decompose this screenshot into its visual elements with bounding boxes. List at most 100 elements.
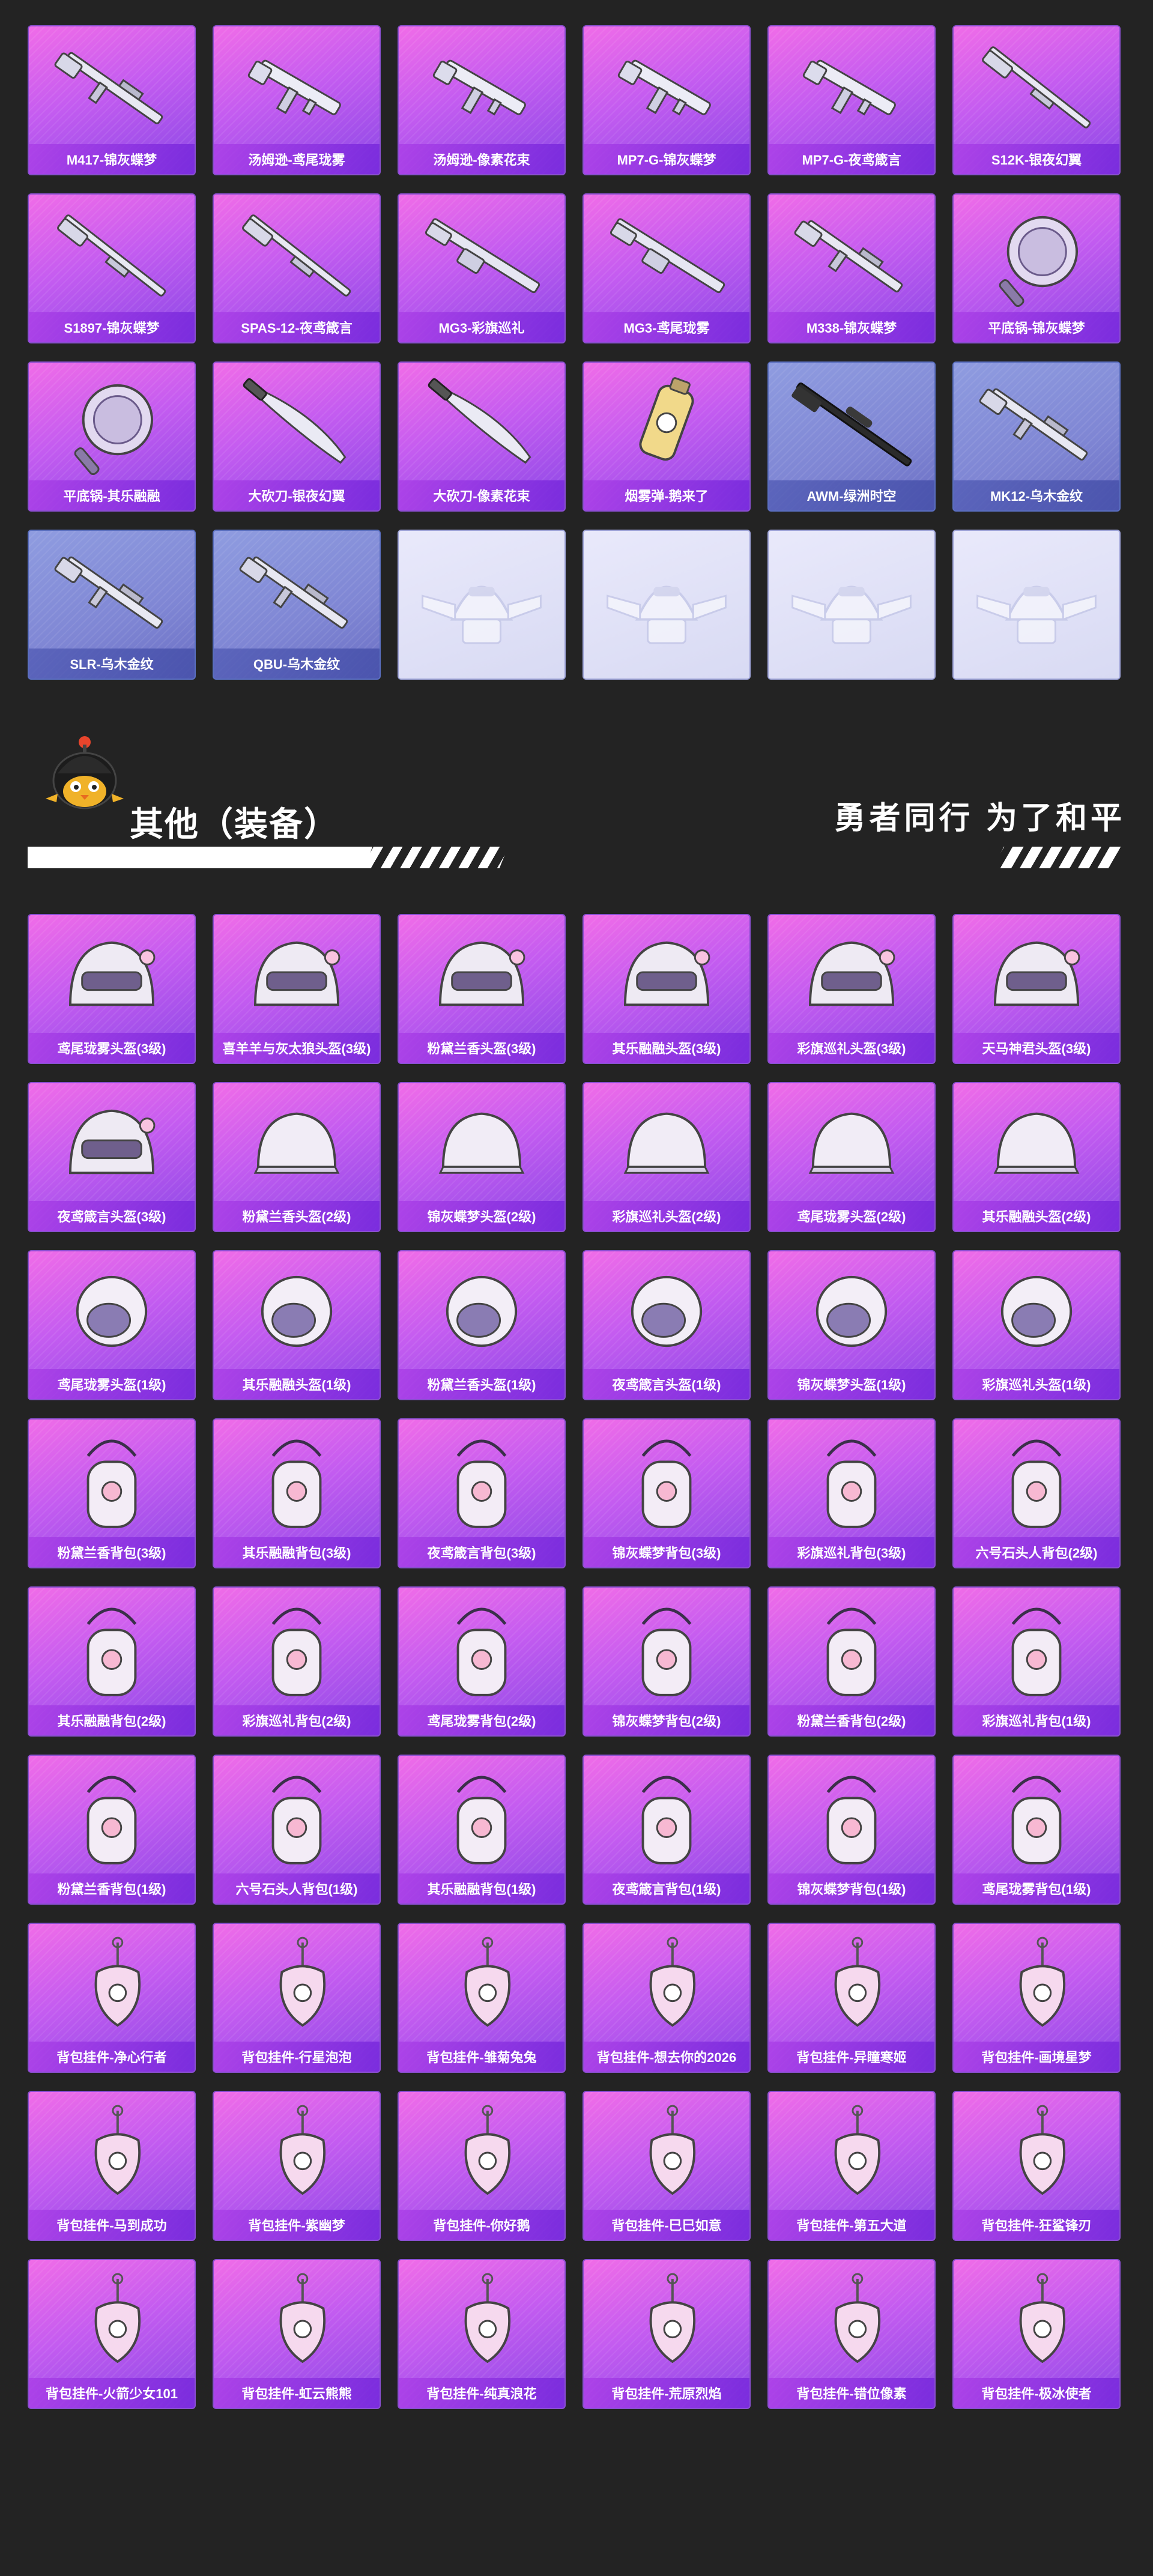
weapon-label: 大砍刀-银夜幻翼 [214, 480, 380, 510]
weapon-card[interactable]: MG3-彩旗巡礼 [398, 193, 566, 343]
equipment-card[interactable]: 鸢尾珑雾头盔(2级) [767, 1082, 936, 1232]
weapon-card[interactable]: 汤姆逊-鸢尾珑雾 [213, 25, 381, 175]
charm-icon [279, 1937, 326, 2027]
equipment-card[interactable]: 锦灰蝶梦头盔(1级) [767, 1250, 936, 1400]
equipment-card[interactable]: 锦灰蝶梦背包(1级) [767, 1755, 936, 1905]
empty-slot-card[interactable] [767, 530, 936, 680]
weapon-card[interactable]: S12K-银夜幻翼 [952, 25, 1121, 175]
equipment-card[interactable]: 彩旗巡礼背包(3级) [767, 1418, 936, 1568]
equipment-card[interactable]: 六号石头人背包(2级) [952, 1418, 1121, 1568]
equipment-card[interactable]: 夜鸢箴言头盔(3级) [28, 1082, 196, 1232]
weapon-label: S12K-银夜幻翼 [954, 144, 1119, 174]
shotgun-icon [242, 214, 351, 297]
equipment-label: 夜鸢箴言背包(3级) [399, 1537, 564, 1567]
empty-slot-card[interactable] [952, 530, 1121, 680]
equipment-label: 天马神君头盔(3级) [954, 1033, 1119, 1063]
equipment-card[interactable]: 背包挂件-想去你的2026 [583, 1923, 751, 2073]
equipment-card[interactable]: 粉黛兰香背包(1级) [28, 1755, 196, 1905]
weapon-card[interactable]: 大砍刀-银夜幻翼 [213, 361, 381, 512]
weapon-card[interactable]: MG3-鸢尾珑雾 [583, 193, 751, 343]
equipment-label: 背包挂件-行星泡泡 [214, 2042, 380, 2072]
equipment-card[interactable]: 背包挂件-你好鹅 [398, 2091, 566, 2241]
equipment-card[interactable]: 粉黛兰香头盔(1级) [398, 1250, 566, 1400]
equipment-card[interactable]: 背包挂件-第五大道 [767, 2091, 936, 2241]
bag-icon [1011, 1439, 1062, 1528]
equipment-card[interactable]: 彩旗巡礼头盔(2级) [583, 1082, 751, 1232]
bag-icon [826, 1607, 877, 1696]
equipment-card[interactable]: 鸢尾珑雾头盔(3级) [28, 914, 196, 1064]
equipment-card[interactable]: 夜鸢箴言头盔(1级) [583, 1250, 751, 1400]
equipment-card[interactable]: 背包挂件-画境星梦 [952, 1923, 1121, 2073]
equipment-card[interactable]: 其乐融融头盔(3级) [583, 914, 751, 1064]
equipment-card[interactable]: 锦灰蝶梦背包(3级) [583, 1418, 751, 1568]
equipment-card[interactable]: 彩旗巡礼背包(1级) [952, 1586, 1121, 1737]
equipment-card[interactable]: 锦灰蝶梦头盔(2级) [398, 1082, 566, 1232]
equipment-card[interactable]: 夜鸢箴言背包(3级) [398, 1418, 566, 1568]
equipment-card[interactable]: 背包挂件-火箭少女101 [28, 2259, 196, 2409]
weapon-card[interactable]: M338-锦灰蝶梦 [767, 193, 936, 343]
equipment-card[interactable]: 背包挂件-极冰使者 [952, 2259, 1121, 2409]
equipment-card[interactable]: 背包挂件-错位像素 [767, 2259, 936, 2409]
equipment-card[interactable]: 其乐融融头盔(2级) [952, 1082, 1121, 1232]
weapon-card[interactable]: SPAS-12-夜鸢箴言 [213, 193, 381, 343]
equipment-card[interactable]: 鸢尾珑雾背包(1级) [952, 1755, 1121, 1905]
equipment-card[interactable]: 彩旗巡礼头盔(3级) [767, 914, 936, 1064]
weapon-card[interactable]: 烟雾弹-鹅来了 [583, 361, 751, 512]
weapon-card[interactable]: SLR-乌木金纹 [28, 530, 196, 680]
equipment-card[interactable]: 其乐融融头盔(1级) [213, 1250, 381, 1400]
equipment-card[interactable]: 天马神君头盔(3级) [952, 914, 1121, 1064]
empty-slot-card[interactable] [398, 530, 566, 680]
equipment-card[interactable]: 背包挂件-巳巳如意 [583, 2091, 751, 2241]
weapon-card[interactable]: 平底锅-其乐融融 [28, 361, 196, 512]
weapon-card[interactable]: MK12-乌木金纹 [952, 361, 1121, 512]
equipment-card[interactable]: 背包挂件-虹云熊熊 [213, 2259, 381, 2409]
equipment-card[interactable]: 粉黛兰香背包(2级) [767, 1586, 936, 1737]
equipment-card[interactable]: 喜羊羊与灰太狼头盔(3级) [213, 914, 381, 1064]
weapon-label: 大砍刀-像素花束 [399, 480, 564, 510]
weapon-card[interactable]: MP7-G-夜鸢箴言 [767, 25, 936, 175]
bag-icon [456, 1776, 507, 1864]
weapon-card[interactable]: MP7-G-锦灰蝶梦 [583, 25, 751, 175]
equipment-card[interactable]: 背包挂件-荒原烈焰 [583, 2259, 751, 2409]
equipment-card[interactable]: 彩旗巡礼头盔(1级) [952, 1250, 1121, 1400]
weapon-card[interactable]: QBU-乌木金纹 [213, 530, 381, 680]
equipment-card[interactable]: 彩旗巡礼背包(2级) [213, 1586, 381, 1737]
bag-icon [826, 1439, 877, 1528]
weapon-row: S1897-锦灰蝶梦 SPAS-12-夜鸢箴言 MG3-彩旗巡礼 MG3-鸢尾珑雾 M3… [28, 193, 1125, 343]
equipment-card[interactable]: 背包挂件-行星泡泡 [213, 1923, 381, 2073]
equipment-card[interactable]: 背包挂件-马到成功 [28, 2091, 196, 2241]
equipment-card[interactable]: 背包挂件-狂鲨锋刃 [952, 2091, 1121, 2241]
weapon-card[interactable]: S1897-锦灰蝶梦 [28, 193, 196, 343]
equipment-card[interactable]: 夜鸢箴言背包(1级) [583, 1755, 751, 1905]
equipment-row: 粉黛兰香背包(3级) 其乐融融背包(3级) 夜鸢箴言背包(3级) 锦灰蝶梦背包(3级)… [28, 1418, 1125, 1568]
helmet3-icon [439, 941, 525, 1006]
equipment-card[interactable]: 粉黛兰香头盔(3级) [398, 914, 566, 1064]
empty-slot-card[interactable] [583, 530, 751, 680]
equipment-card[interactable]: 六号石头人背包(1级) [213, 1755, 381, 1905]
equipment-card[interactable]: 锦灰蝶梦背包(2级) [583, 1586, 751, 1737]
helmet2-icon [438, 1112, 525, 1174]
equipment-card[interactable]: 背包挂件-净心行者 [28, 1923, 196, 2073]
equipment-card[interactable]: 鸢尾珑雾头盔(1级) [28, 1250, 196, 1400]
equipment-card[interactable]: 粉黛兰香背包(3级) [28, 1418, 196, 1568]
weapon-card[interactable]: 汤姆逊-像素花束 [398, 25, 566, 175]
equipment-card[interactable]: 背包挂件-异瞳寒姬 [767, 1923, 936, 2073]
equipment-label: 锦灰蝶梦背包(2级) [584, 1705, 749, 1735]
equipment-card[interactable]: 背包挂件-纯真浪花 [398, 2259, 566, 2409]
machete-icon [243, 378, 347, 464]
equipment-row: 背包挂件-净心行者 背包挂件-行星泡泡 背包挂件-雏菊兔兔 背包挂件-想去你的2026… [28, 1923, 1125, 2073]
weapon-card[interactable]: M417-锦灰蝶梦 [28, 25, 196, 175]
equipment-label: 鸢尾珑雾头盔(3级) [29, 1033, 195, 1063]
equipment-card[interactable]: 背包挂件-雏菊兔兔 [398, 1923, 566, 2073]
bag-icon [641, 1776, 692, 1864]
section-header: 其他（装备） 勇者同行 为了和平 [28, 727, 1125, 877]
equipment-card[interactable]: 鸢尾珑雾背包(2级) [398, 1586, 566, 1737]
equipment-card[interactable]: 其乐融融背包(2级) [28, 1586, 196, 1737]
equipment-card[interactable]: 粉黛兰香头盔(2级) [213, 1082, 381, 1232]
weapon-card[interactable]: 大砍刀-像素花束 [398, 361, 566, 512]
weapon-card[interactable]: AWM-绿洲时空 [767, 361, 936, 512]
equipment-card[interactable]: 其乐融融背包(3级) [213, 1418, 381, 1568]
equipment-card[interactable]: 背包挂件-紫幽梦 [213, 2091, 381, 2241]
weapon-card[interactable]: 平底锅-锦灰蝶梦 [952, 193, 1121, 343]
equipment-card[interactable]: 其乐融融背包(1级) [398, 1755, 566, 1905]
